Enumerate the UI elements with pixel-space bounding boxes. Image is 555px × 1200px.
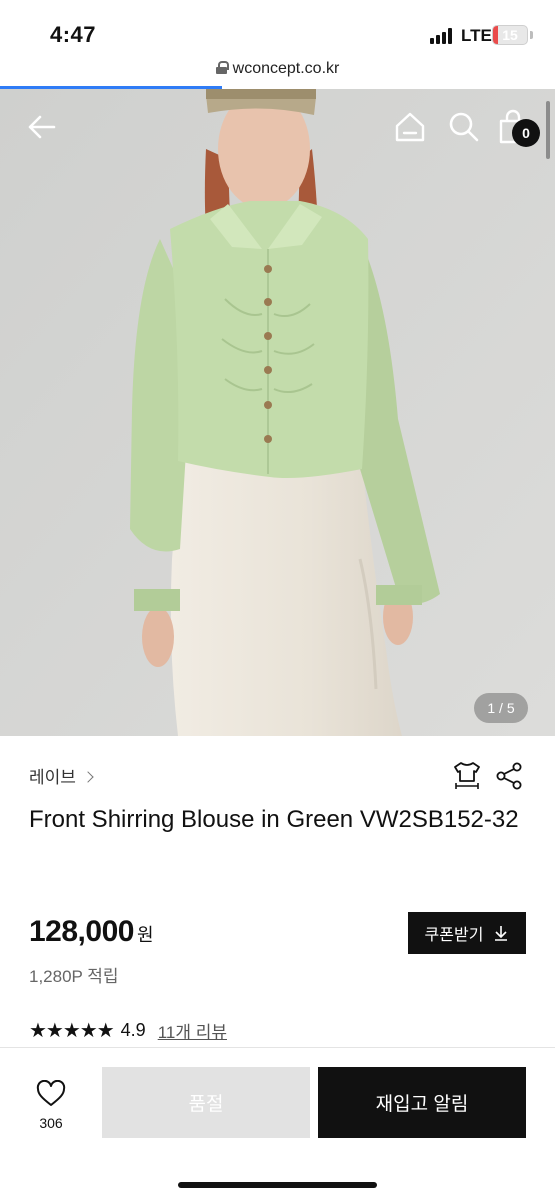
brand-name: 레이브 (29, 768, 76, 787)
product-photo (0, 89, 555, 736)
brand-link[interactable]: 레이브 (29, 763, 94, 788)
scrollbar[interactable] (546, 101, 550, 159)
status-time: 4:47 (50, 22, 97, 47)
download-icon (495, 926, 508, 941)
battery-level: 15 (502, 27, 518, 43)
coupon-download-button[interactable]: 쿠폰받기 (408, 912, 526, 954)
price-row: 128,000 원 (29, 915, 154, 949)
share-icon[interactable] (495, 762, 523, 790)
url-text: wconcept.co.kr (232, 60, 340, 77)
review-link[interactable]: 11개 리뷰 (158, 1018, 227, 1043)
wish-count: 306 (39, 1115, 63, 1131)
coupon-button-label: 쿠폰받기 (424, 927, 484, 944)
rating-value: 4.9 (120, 1020, 146, 1040)
battery-nub (530, 31, 533, 39)
reward-points: 1,280P 적립 (29, 967, 119, 986)
battery-icon: 15 (492, 25, 528, 45)
rating-row: ★★★★★ 4.9 11개 리뷰 (29, 1018, 227, 1043)
soldout-label: 품절 (188, 1094, 224, 1115)
lock-icon (215, 61, 229, 74)
bottom-action-bar: 306 품절 재입고 알림 (0, 1047, 555, 1200)
back-arrow-icon[interactable] (24, 109, 60, 145)
heart-icon (36, 1079, 66, 1106)
signal-icon (430, 28, 456, 44)
network-type: LTE (461, 26, 492, 45)
cart-count-badge: 0 (512, 119, 540, 147)
price-unit: 원 (136, 925, 154, 945)
chevron-right-icon (82, 771, 94, 783)
search-icon[interactable] (446, 109, 482, 145)
size-guide-icon[interactable] (452, 760, 482, 790)
rating-stars: ★★★★★ (29, 1020, 115, 1042)
soldout-button: 품절 (102, 1067, 310, 1138)
restock-alert-button[interactable]: 재입고 알림 (318, 1067, 526, 1138)
wishlist-button[interactable]: 306 (28, 1079, 74, 1136)
status-bar: 4:47 LTE 15 (0, 0, 555, 56)
product-image-carousel[interactable]: 0 1 / 5 (0, 89, 555, 736)
price-value: 128,000 (29, 915, 134, 948)
restock-label: 재입고 알림 (375, 1094, 469, 1115)
home-indicator (178, 1182, 377, 1188)
product-title: Front Shirring Blouse in Green VW2SB152-… (29, 806, 519, 833)
home-icon[interactable] (392, 109, 428, 145)
url-bar[interactable]: wconcept.co.kr (0, 56, 555, 89)
image-counter: 1 / 5 (474, 693, 528, 723)
